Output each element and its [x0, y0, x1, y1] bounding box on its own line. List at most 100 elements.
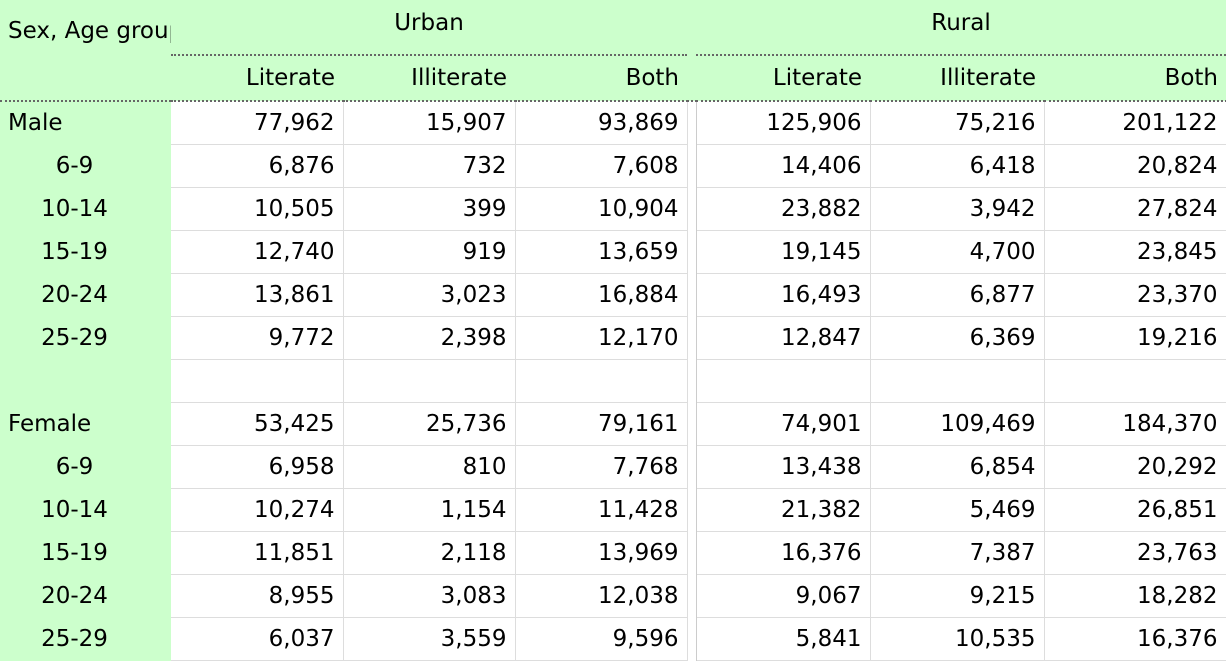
column-header-rural-literate: Literate	[696, 56, 871, 101]
row-label: 20-24	[0, 273, 171, 317]
table-cell	[343, 359, 516, 403]
table-cell: 11,428	[515, 488, 688, 532]
table-cell: 7,608	[515, 144, 688, 188]
row-label: 25-29	[0, 316, 171, 360]
table-cell: 19,216	[1044, 316, 1226, 360]
group-label-urban: Urban	[394, 10, 464, 36]
column-gap-cell	[686, 359, 697, 403]
table-cell: 13,969	[515, 531, 688, 575]
table-row: 20-24 13,861 3,023 16,884 16,493 6,877 23,370	[0, 273, 1226, 317]
literacy-table: Sex, Age group Urban Rural Literate Illi…	[0, 0, 1226, 661]
table-cell: 16,376	[1044, 617, 1226, 661]
column-gap-cell	[686, 531, 697, 575]
column-gap-cell	[686, 402, 697, 446]
column-header-urban-illiterate: Illiterate	[343, 56, 515, 101]
table-cell: 23,370	[1044, 273, 1226, 317]
literacy-table-container: Sex, Age group Urban Rural Literate Illi…	[0, 0, 1226, 661]
table-cell: 23,845	[1044, 230, 1226, 274]
corner-header: Sex, Age group	[0, 0, 183, 101]
table-cell: 11,851	[171, 531, 344, 575]
row-label: 20-24	[0, 574, 171, 618]
column-gap	[687, 56, 697, 101]
table-cell: 16,884	[515, 273, 688, 317]
table-cell	[1044, 359, 1226, 403]
row-label: 10-14	[0, 187, 171, 231]
table-cell: 13,861	[171, 273, 344, 317]
table-cell	[870, 359, 1045, 403]
table-cell: 12,170	[515, 316, 688, 360]
table-cell: 732	[343, 144, 516, 188]
table-row: 20-24 8,955 3,083 12,038 9,067 9,215 18,282	[0, 574, 1226, 618]
row-label: 15-19	[0, 531, 171, 575]
table-cell: 10,535	[870, 617, 1045, 661]
table-cell: 6,037	[171, 617, 344, 661]
table-cell: 23,882	[696, 187, 871, 231]
table-cell: 77,962	[171, 101, 344, 145]
group-header-rural: Rural	[696, 0, 1226, 56]
table-cell: 75,216	[870, 101, 1045, 145]
table-cell: 12,847	[696, 316, 871, 360]
table-cell: 184,370	[1044, 402, 1226, 446]
table-cell: 16,376	[696, 531, 871, 575]
table-cell: 13,438	[696, 445, 871, 489]
group-divider-urban	[171, 54, 688, 56]
table-row: Female 53,425 25,736 79,161 74,901 109,469 184…	[0, 402, 1226, 446]
table-cell: 18,282	[1044, 574, 1226, 618]
table-cell: 7,768	[515, 445, 688, 489]
group-label-rural: Rural	[931, 10, 991, 36]
column-gap-cell	[686, 574, 697, 618]
table-cell: 2,118	[343, 531, 516, 575]
table-cell: 9,596	[515, 617, 688, 661]
row-label	[0, 359, 171, 403]
table-cell: 13,659	[515, 230, 688, 274]
table-cell	[696, 359, 871, 403]
row-label: 6-9	[0, 445, 171, 489]
table-cell: 23,763	[1044, 531, 1226, 575]
table-cell: 5,841	[696, 617, 871, 661]
column-gap-cell	[686, 617, 697, 661]
column-gap-cell	[686, 230, 697, 274]
group-gap	[687, 0, 697, 56]
table-body: Male 77,962 15,907 93,869 125,906 75,216 201,1…	[0, 101, 1226, 661]
column-header-rural-both: Both	[1044, 56, 1226, 101]
group-header-urban: Urban	[171, 0, 688, 56]
table-cell: 12,740	[171, 230, 344, 274]
table-cell: 27,824	[1044, 187, 1226, 231]
table-cell: 9,772	[171, 316, 344, 360]
table-cell: 6,958	[171, 445, 344, 489]
table-cell: 6,877	[870, 273, 1045, 317]
table-cell	[515, 359, 688, 403]
table-cell: 3,083	[343, 574, 516, 618]
table-cell: 25,736	[343, 402, 516, 446]
table-cell: 109,469	[870, 402, 1045, 446]
column-gap-cell	[686, 273, 697, 317]
column-gap-cell	[686, 101, 697, 145]
table-row: Male 77,962 15,907 93,869 125,906 75,216 201,1…	[0, 101, 1226, 145]
column-gap-cell	[686, 187, 697, 231]
row-label: 15-19	[0, 230, 171, 274]
table-cell: 19,145	[696, 230, 871, 274]
table-row: 6-9 6,876 732 7,608 14,406 6,418 20,824	[0, 144, 1226, 188]
table-cell: 6,369	[870, 316, 1045, 360]
row-label: Male	[0, 101, 171, 145]
table-cell: 1,154	[343, 488, 516, 532]
table-row: 6-9 6,958 810 7,768 13,438 6,854 20,292	[0, 445, 1226, 489]
table-cell: 399	[343, 187, 516, 231]
table-cell: 7,387	[870, 531, 1045, 575]
group-divider-rural	[696, 54, 1226, 56]
column-header-rural-illiterate: Illiterate	[870, 56, 1045, 101]
table-cell: 74,901	[696, 402, 871, 446]
table-cell: 15,907	[343, 101, 516, 145]
table-cell: 9,067	[696, 574, 871, 618]
table-cell: 79,161	[515, 402, 688, 446]
column-header-urban-both: Both	[515, 56, 688, 101]
table-row: 15-19 11,851 2,118 13,969 16,376 7,387 23,763	[0, 531, 1226, 575]
table-cell: 14,406	[696, 144, 871, 188]
table-cell: 16,493	[696, 273, 871, 317]
column-gap-cell	[686, 144, 697, 188]
table-cell: 6,418	[870, 144, 1045, 188]
table-cell: 810	[343, 445, 516, 489]
table-cell: 919	[343, 230, 516, 274]
table-cell: 125,906	[696, 101, 871, 145]
table-row: 10-14 10,505 399 10,904 23,882 3,942 27,824	[0, 187, 1226, 231]
